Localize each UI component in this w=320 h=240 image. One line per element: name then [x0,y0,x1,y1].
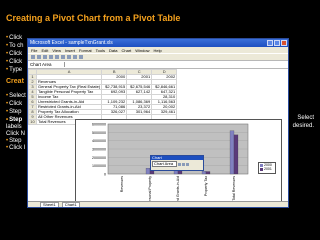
x-tick-label: Revenues [120,176,124,192]
legend-item: 2001 [259,167,275,171]
right-note-1: Select [297,115,314,121]
menu-view[interactable]: View [52,48,61,53]
legend-icon[interactable] [186,162,189,166]
bar[interactable] [201,171,207,175]
menu-help[interactable]: Help [153,48,161,53]
bullet-line-5: •Type [6,67,23,73]
sheet-tab[interactable]: Chart1 [61,201,80,207]
worksheet-grid: A B C D 1 2000 2001 2002 2 Revenues 3 Ge… [28,69,288,125]
bullet-text: Click [9,59,23,65]
chart-type-icon[interactable] [182,162,185,166]
y-tick-label: 1000000 [92,164,106,168]
format-icon[interactable] [178,162,181,166]
bullet-text: Click I [9,145,26,151]
bullet-line-2: •To ch [6,43,24,49]
menu-tools[interactable]: Tools [96,48,105,53]
bullet-line-4: •Click [6,59,23,65]
y-tick-label: 2000000 [92,156,106,160]
cell[interactable]: General Property Tax (Real Estate) [35,84,103,90]
bullet-line-6: •Select [6,93,26,99]
slide-title: Creating a Pivot Chart from a Pivot Tabl… [6,13,181,23]
bullet-line-1: •Click [6,35,23,41]
bullet-line-7: •Click [6,101,23,107]
menu-format[interactable]: Format [79,48,92,53]
undo-icon[interactable] [73,55,77,59]
copy-icon[interactable] [61,55,65,59]
legend-swatch [260,163,263,167]
bullet-text: Click [9,35,23,41]
bullet-line-8: •Step [6,109,22,115]
maximize-icon[interactable] [274,40,280,46]
cell[interactable]: Tangible Personal Property Tax [35,89,103,95]
menu-data[interactable]: Data [109,48,117,53]
chart-wizard-icon[interactable] [79,55,83,59]
bullet-text: Click [9,51,23,57]
bullet-text: Select [9,93,26,99]
formula-bar: Chart Area [28,60,288,69]
bullet-text: Click [9,101,23,107]
excel-window: Microsoft Excel - sampleTxnGrant.xls Fil… [27,38,289,208]
pivot-chart[interactable]: 6000000 5000000 4000000 3000000 2000000 10000… [75,119,282,207]
save-icon[interactable] [43,55,47,59]
menu-edit[interactable]: Edit [41,48,48,53]
y-tick-label: 5000000 [92,131,106,135]
y-tick-label: 4000000 [92,139,106,143]
window-buttons [267,40,287,46]
bullet-text: Type [9,67,23,73]
right-note-2: desired. [292,123,314,129]
row-header[interactable]: 10 [28,119,37,125]
new-icon[interactable] [31,55,35,59]
cell[interactable]: $2,846,661 [151,84,178,90]
bullet-text: Step [9,109,22,115]
chart-toolbar-row: Chart Area [151,160,203,168]
worksheet-table: A B C D 1 2000 2001 2002 2 Revenues 3 Ge… [28,69,178,125]
bar[interactable] [233,134,239,175]
cell[interactable]: $2,738,915 [101,84,128,90]
bar[interactable] [229,130,235,175]
open-icon[interactable] [37,55,41,59]
sheet-tab[interactable]: Sheet1 [40,201,59,207]
print-icon[interactable] [49,55,53,59]
chart-toolbar: Chart Chart Area [150,155,204,171]
excel-titlebar: Microsoft Excel - sampleTxnGrant.xls [28,39,288,47]
chart-objects-dropdown[interactable]: Chart Area [152,161,177,167]
x-tick-label: Total Revenues [232,176,236,201]
x-tick-label: Property Tax [204,176,208,196]
chart-legend[interactable]: 2000 2001 [258,162,276,174]
y-tick-label: 6000000 [92,123,106,127]
menu-window[interactable]: Window [135,48,149,53]
window-title: Microsoft Excel - sampleTxnGrant.xls [30,40,113,46]
y-tick-label: 0 [104,173,106,177]
menu-file[interactable]: File [31,48,37,53]
bullet-line-3: •Click [6,51,23,57]
standard-toolbar [28,53,288,60]
legend-label: 2001 [264,167,272,171]
bullet-line-11: •Click I [6,145,26,151]
name-box[interactable]: Chart Area [28,62,65,67]
sheet-tabs: Sheet1 Chart1 [28,201,288,207]
cell[interactable]: $2,675,546 [126,84,153,90]
close-icon[interactable] [281,40,287,46]
bullet-text: To ch [9,43,24,49]
cut-icon[interactable] [55,55,59,59]
menu-chart[interactable]: Chart [121,48,131,53]
legend-swatch [260,167,263,171]
menu-insert[interactable]: Insert [65,48,75,53]
y-tick-label: 3000000 [92,148,106,152]
minimize-icon[interactable] [267,40,273,46]
bar[interactable] [205,171,211,175]
section-heading: Creat [6,78,24,85]
paste-icon[interactable] [67,55,71,59]
